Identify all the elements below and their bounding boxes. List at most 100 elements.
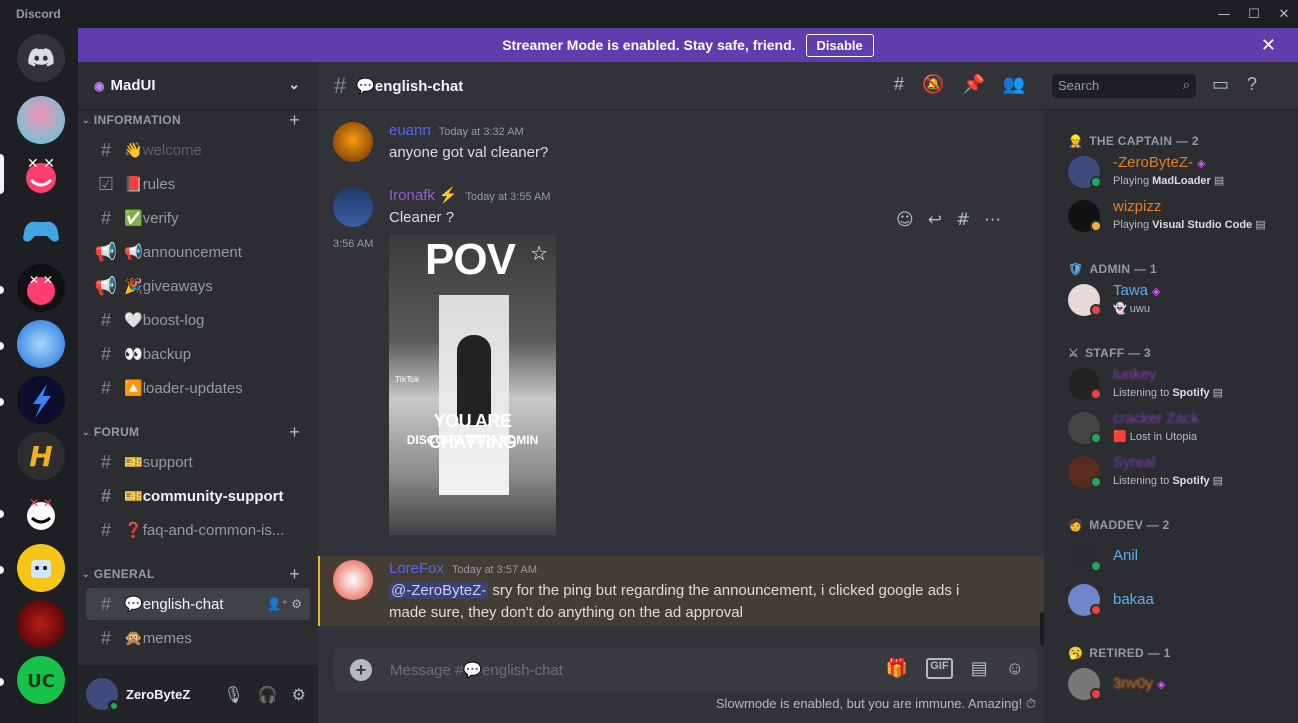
- message-text-line-2: made sure, they don't do anything on the…: [389, 604, 743, 621]
- member-item[interactable]: Syreal Listening to Spotify ▤: [1068, 450, 1288, 494]
- more-options-icon[interactable]: ⋯: [984, 210, 1001, 230]
- category-label: GENERAL: [93, 567, 155, 581]
- member-item[interactable]: -ZeroByteZ- ◈ Playing MadLoader ▤: [1068, 150, 1288, 194]
- notification-bell-icon[interactable]: 🔕: [922, 74, 944, 95]
- channel-community-support[interactable]: # 🎫 community-support: [86, 480, 310, 512]
- sticker-icon[interactable]: ▤: [971, 658, 988, 679]
- gift-icon[interactable]: 🎁: [886, 658, 908, 679]
- add-channel-icon[interactable]: +: [289, 110, 300, 131]
- channel-emoji: 👋: [124, 142, 143, 159]
- member-item[interactable]: Tawa ◈ 👻 uwu: [1068, 278, 1288, 322]
- channel-emoji: 📕: [124, 176, 143, 193]
- add-channel-icon[interactable]: +: [289, 422, 300, 443]
- channel-type-icon: ☑: [97, 173, 115, 194]
- message-author[interactable]: euann: [389, 122, 431, 139]
- member-item[interactable]: cracker Zack 🟥 Lost in Utopia: [1068, 406, 1288, 450]
- channel-emoji: 🤍: [124, 312, 143, 329]
- add-attachment-icon[interactable]: +: [350, 659, 372, 681]
- threads-hash-icon: #: [334, 72, 347, 98]
- server-icon[interactable]: [17, 96, 65, 144]
- svg-text:✕ ✕: ✕ ✕: [29, 496, 53, 510]
- channel-english-chat[interactable]: # 💬 english-chat 👤⁺ ⚙: [86, 588, 310, 620]
- avatar[interactable]: [333, 560, 373, 600]
- member-item[interactable]: lunkey Listening to Spotify ▤: [1068, 362, 1288, 406]
- server-icon[interactable]: ✕ ✕: [17, 488, 65, 536]
- message-hover-toolbar: ☺ ↩ # ⋯: [896, 210, 1001, 230]
- category-information[interactable]: ⌄ INFORMATION +: [78, 110, 318, 130]
- server-icon[interactable]: UC: [17, 656, 65, 704]
- server-icon[interactable]: [17, 376, 65, 424]
- gear-icon[interactable]: ⚙: [292, 685, 306, 704]
- message-composer[interactable]: + Message #💬english-chat 🎁 GIF ▤ ☺: [334, 648, 1038, 692]
- member-name: Anil: [1113, 547, 1139, 564]
- user-mention[interactable]: @-ZeroByteZ-: [389, 582, 489, 599]
- member-item[interactable]: bakaa: [1068, 578, 1288, 622]
- server-icon[interactable]: ✕ ✕: [17, 264, 65, 312]
- pin-icon[interactable]: 📌: [962, 74, 984, 95]
- channel-support[interactable]: # 🎫 support: [86, 446, 310, 478]
- captain-icon: 👷: [1068, 134, 1084, 148]
- gif-icon[interactable]: GIF: [926, 658, 953, 679]
- inbox-icon[interactable]: ▭: [1212, 74, 1229, 95]
- channel-boost-log[interactable]: # 🤍 boost-log: [86, 304, 310, 336]
- lightning-badge-icon: ⚡: [438, 187, 458, 204]
- favorite-star-icon[interactable]: ☆: [530, 241, 548, 265]
- channel-giveaways[interactable]: 📢 🎉 giveaways: [86, 270, 310, 302]
- server-icon[interactable]: [17, 600, 65, 648]
- channel-backup[interactable]: # 👀 backup: [86, 338, 310, 370]
- channel-welcome[interactable]: # 👋 welcome: [86, 134, 310, 166]
- header-icons: # 🔕 📌 👥: [894, 74, 1025, 95]
- minimize-button[interactable]: —: [1210, 0, 1238, 28]
- channel-settings-icons[interactable]: 👤⁺ ⚙: [267, 597, 302, 611]
- member-group-title: ADMIN — 1: [1089, 262, 1157, 276]
- message-timestamp: Today at 3:57 AM: [452, 564, 538, 576]
- help-icon[interactable]: ?: [1247, 74, 1257, 95]
- member-list-icon[interactable]: 👥: [1003, 74, 1025, 95]
- avatar[interactable]: [333, 122, 373, 162]
- member-group-header: 🛡 ADMIN — 1: [1068, 262, 1157, 276]
- member-item[interactable]: Anil: [1068, 534, 1288, 578]
- message-header: LoreFox Today at 3:57 AM: [389, 560, 537, 577]
- create-thread-icon[interactable]: #: [956, 210, 970, 230]
- close-banner-icon[interactable]: ✕: [1261, 35, 1276, 56]
- status-icon: [1090, 176, 1102, 188]
- member-item[interactable]: 3nv0y ◈: [1068, 662, 1288, 706]
- add-channel-icon[interactable]: +: [289, 564, 300, 585]
- home-button[interactable]: [17, 34, 65, 82]
- emoji-icon[interactable]: ☺: [1006, 658, 1024, 679]
- member-group-header: 🥱 RETIRED — 1: [1068, 646, 1171, 660]
- meme-image[interactable]: POV TikTok YOU ARE CHATTING DISCORD WITH…: [389, 235, 556, 535]
- server-icon[interactable]: H: [17, 432, 65, 480]
- member-item[interactable]: wizpizz Playing Visual Studio Code ▤: [1068, 194, 1288, 238]
- channel-loader-updates[interactable]: # 🔼 loader-updates: [86, 372, 310, 404]
- mute-mic-icon[interactable]: 🎙: [223, 685, 243, 704]
- category-general[interactable]: ⌄ GENERAL +: [78, 564, 318, 584]
- composer-tools: 🎁 GIF ▤ ☺: [886, 658, 1024, 679]
- message-author[interactable]: LoreFox: [389, 560, 444, 577]
- close-window-button[interactable]: ✕: [1270, 0, 1298, 28]
- headphones-icon[interactable]: 🎧: [258, 685, 278, 704]
- svg-text:✕ ✕: ✕ ✕: [27, 156, 55, 172]
- message-author[interactable]: Ironafk: [389, 187, 435, 204]
- avatar[interactable]: [333, 187, 373, 227]
- maximize-button[interactable]: ☐: [1240, 0, 1268, 28]
- category-forum[interactable]: ⌄ FORUM +: [78, 422, 318, 442]
- disable-button[interactable]: Disable: [805, 33, 874, 57]
- server-icon[interactable]: [17, 320, 65, 368]
- add-reaction-icon[interactable]: ☺: [896, 210, 914, 230]
- channel-announcement[interactable]: 📢 📢 announcement: [86, 236, 310, 268]
- search-input[interactable]: Search ⌕: [1052, 74, 1196, 98]
- member-group-header: ⚔ STAFF — 3: [1068, 346, 1151, 360]
- channel-memes[interactable]: # 🙊 memes: [86, 622, 310, 654]
- reply-icon[interactable]: ↩: [928, 210, 942, 230]
- sleepy-icon: 🥱: [1068, 646, 1084, 660]
- avatar[interactable]: [86, 678, 120, 712]
- server-icon[interactable]: [17, 206, 65, 254]
- server-icon[interactable]: ✕ ✕: [17, 150, 65, 198]
- channel-faq[interactable]: # ❓ faq-and-common-is...: [86, 514, 310, 546]
- server-icon[interactable]: [17, 544, 65, 592]
- server-header[interactable]: ◉ MadUI ⌄: [78, 62, 318, 110]
- channel-verify[interactable]: # ✅ verify: [86, 202, 310, 234]
- threads-icon[interactable]: #: [894, 74, 904, 95]
- channel-rules[interactable]: ☑ 📕 rules: [86, 168, 310, 200]
